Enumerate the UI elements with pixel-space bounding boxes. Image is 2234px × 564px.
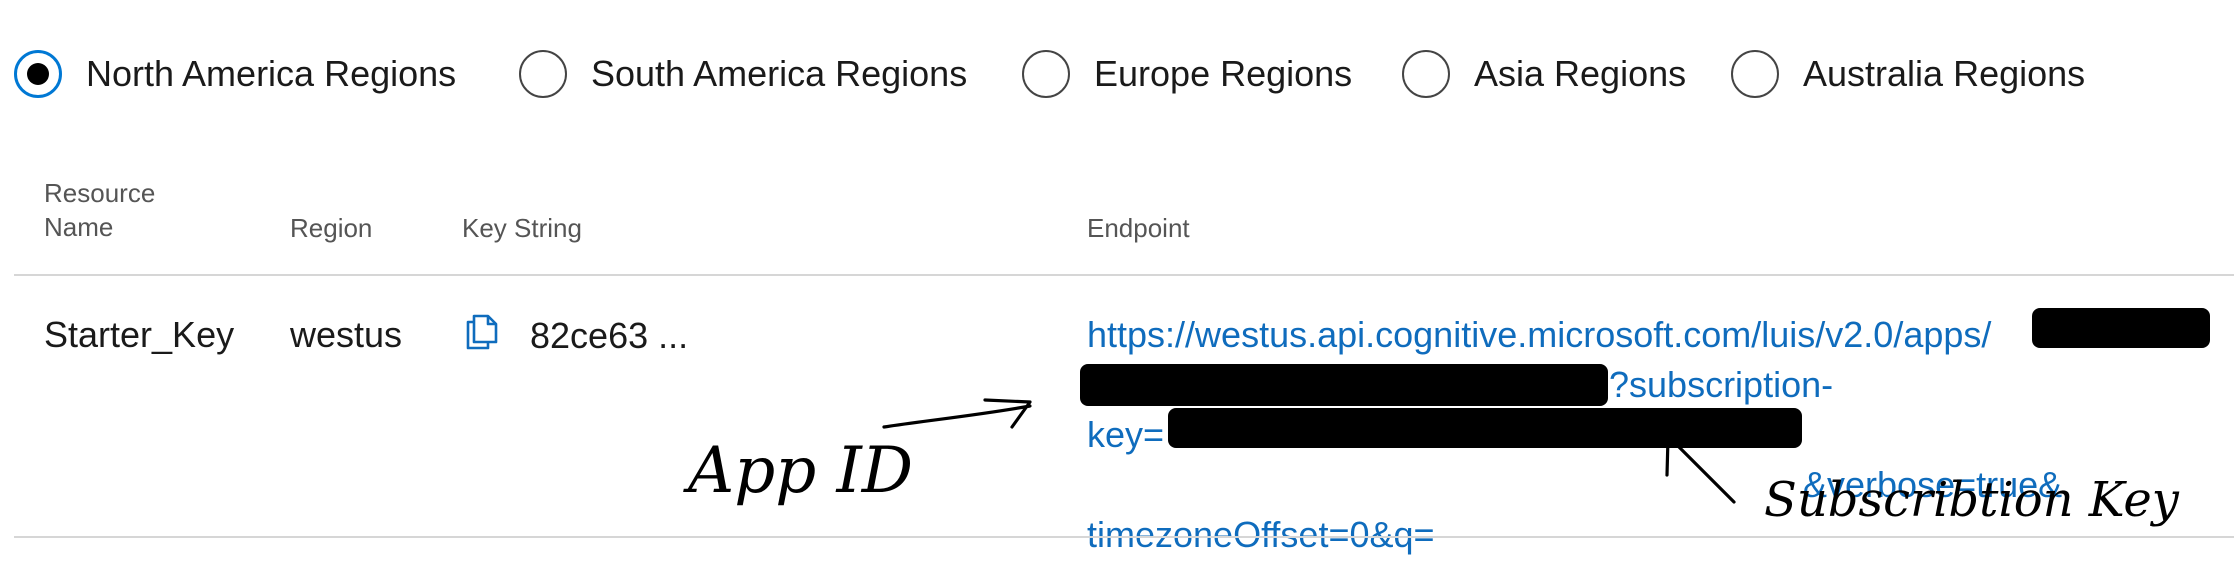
handwritten-annotations: App ID Subscribtion Key (683, 398, 2180, 528)
app-id-arrow-shaft (882, 404, 1032, 429)
annotation-app-id: App ID (683, 434, 913, 508)
subscription-key-arrowhead (1665, 436, 1706, 477)
annotation-subscription-key: Subscribtion Key (1764, 472, 2180, 528)
subscription-key-arrow-shaft (1670, 438, 1736, 504)
